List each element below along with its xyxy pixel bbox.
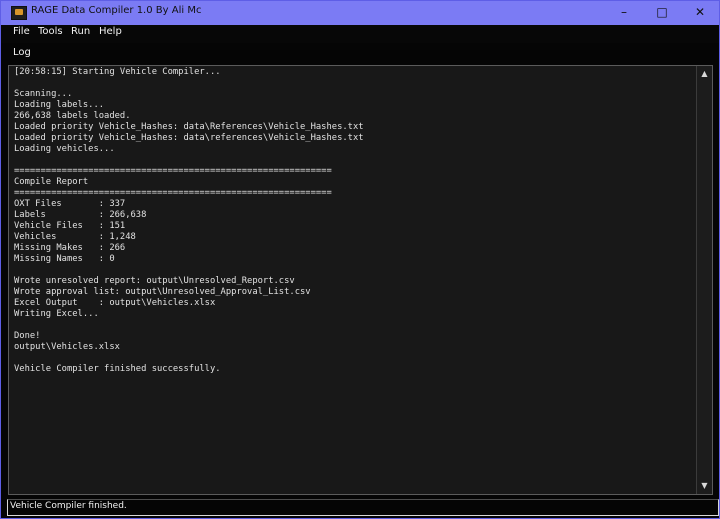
maximize-button[interactable]: □ xyxy=(644,1,680,25)
scroll-down-icon: ▼ xyxy=(701,481,708,490)
menu-bar: File Tools Run Help xyxy=(1,25,719,43)
main-window: RAGE Data Compiler 1.0 By Ali Mc – □ ✕ F… xyxy=(0,0,720,519)
scroll-up-icon: ▲ xyxy=(701,69,708,78)
scroll-up-button[interactable]: ▲ xyxy=(698,67,711,81)
log-output-text: [20:58:15] Starting Vehicle Compiler... … xyxy=(14,67,364,374)
status-bar: Vehicle Compiler finished. xyxy=(7,499,719,516)
log-label: Log xyxy=(13,47,31,58)
close-icon: ✕ xyxy=(694,5,706,19)
title-bar[interactable]: RAGE Data Compiler 1.0 By Ali Mc – □ ✕ xyxy=(1,1,719,25)
log-output-panel[interactable]: [20:58:15] Starting Vehicle Compiler... … xyxy=(8,65,713,495)
scroll-down-button[interactable]: ▼ xyxy=(698,479,711,493)
minimize-icon: – xyxy=(621,5,627,19)
menu-run[interactable]: Run xyxy=(71,26,90,37)
log-scrollbar[interactable]: ▲ ▼ xyxy=(696,66,712,494)
window-title: RAGE Data Compiler 1.0 By Ali Mc xyxy=(31,5,202,16)
menu-tools[interactable]: Tools xyxy=(38,26,63,37)
menu-help[interactable]: Help xyxy=(99,26,122,37)
minimize-button[interactable]: – xyxy=(606,1,642,25)
menu-file[interactable]: File xyxy=(13,26,30,37)
status-text: Vehicle Compiler finished. xyxy=(10,501,127,511)
app-icon xyxy=(11,6,27,20)
close-button[interactable]: ✕ xyxy=(682,1,718,25)
maximize-icon: □ xyxy=(656,5,668,19)
